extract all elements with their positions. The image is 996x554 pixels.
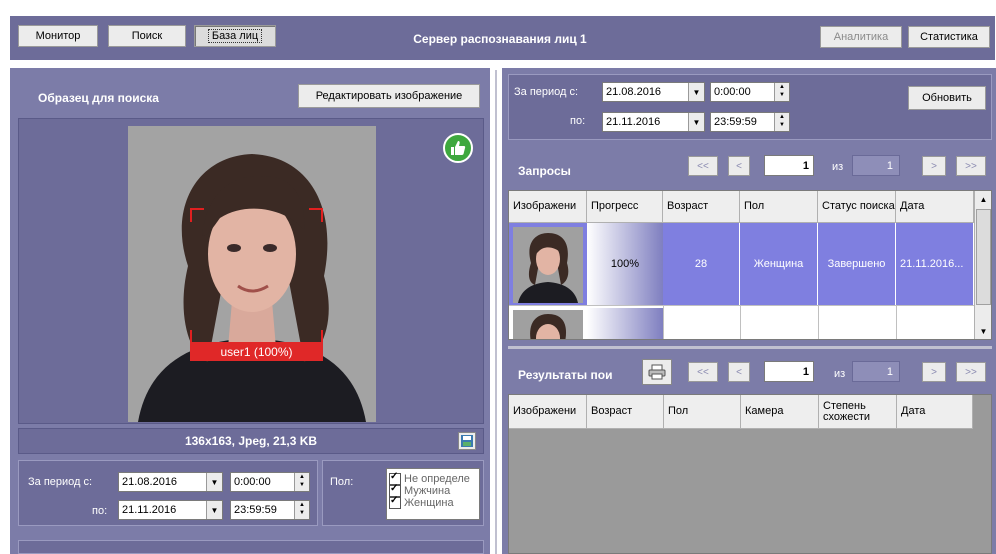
face-detection-frame [190, 208, 323, 344]
requests-prev-button[interactable]: < [728, 156, 750, 176]
right-time-to[interactable]: 23:59:59 ▲ ▼ [710, 112, 790, 132]
requests-page-input[interactable]: 1 [764, 155, 814, 176]
request-thumbnail [513, 227, 583, 303]
left-date-to[interactable]: 21.11.2016 ▼ [118, 500, 223, 520]
request-thumbnail [513, 310, 583, 339]
gender-option-undefined[interactable]: Не определе [389, 471, 479, 486]
match-icon [443, 133, 473, 163]
results-title: Результаты пои [518, 368, 613, 382]
scroll-down-icon[interactable]: ▼ [975, 323, 991, 339]
results-total: 1 [852, 361, 900, 382]
requests-table: Изображени Прогресс Возраст Пол Статус п… [508, 190, 992, 340]
checkbox[interactable] [389, 495, 401, 510]
spin-icon[interactable]: ▲ ▼ [294, 501, 309, 519]
left-extra-group [18, 540, 484, 554]
search-button[interactable]: Поиск [108, 25, 186, 47]
left-time-from[interactable]: 0:00:00 ▲ ▼ [230, 472, 310, 492]
face-base-button[interactable]: База лиц [194, 25, 276, 47]
spin-icon[interactable]: ▲ ▼ [294, 473, 309, 491]
requests-scrollbar[interactable]: ▲ ▼ [974, 191, 991, 339]
scroll-thumb[interactable] [976, 209, 991, 305]
requests-title: Запросы [518, 164, 571, 178]
gender-label: Пол: [330, 476, 354, 488]
requests-first-button[interactable]: << [688, 156, 718, 176]
chevron-down-icon[interactable]: ▼ [206, 473, 222, 491]
image-info-text: 136x163, Jpeg, 21,3 KB [184, 434, 318, 448]
left-to-label: по: [92, 505, 108, 517]
progress-bar: 100% [587, 223, 663, 305]
request-age: 28 [663, 223, 740, 305]
col-gender[interactable]: Пол [740, 191, 818, 223]
progress-bar [587, 308, 663, 339]
edit-image-button[interactable]: Редактировать изображение [298, 84, 480, 108]
results-table: Изображени Возраст Пол Камера Степень сх… [508, 394, 992, 554]
spin-icon[interactable]: ▲ ▼ [774, 83, 789, 101]
results-next-button[interactable]: > [922, 362, 946, 382]
col-age[interactable]: Возраст [663, 191, 740, 223]
analytics-button[interactable]: Аналитика [820, 26, 902, 48]
thumbs-up-icon [451, 141, 466, 155]
spin-icon[interactable]: ▲ ▼ [774, 113, 789, 131]
save-image-icon[interactable] [458, 432, 476, 450]
right-date-to[interactable]: 21.11.2016 ▼ [602, 112, 705, 132]
results-of-label: из [834, 368, 846, 380]
results-first-button[interactable]: << [688, 362, 718, 382]
right-time-from[interactable]: 0:00:00 ▲ ▼ [710, 82, 790, 102]
gender-option-female[interactable]: Женщина [389, 495, 479, 510]
requests-next-button[interactable]: > [922, 156, 946, 176]
col-date[interactable]: Дата [896, 191, 974, 223]
col-image[interactable]: Изображени [509, 395, 587, 429]
server-title: Сервер распознавания лиц 1 [413, 32, 587, 46]
refresh-button[interactable]: Обновить [908, 86, 986, 110]
right-period-from-label: За период с: [514, 86, 579, 98]
col-similarity[interactable]: Степень схожести [819, 395, 897, 429]
horizontal-splitter[interactable] [508, 346, 992, 349]
left-time-to[interactable]: 23:59:59 ▲ ▼ [230, 500, 310, 520]
face-server-window: Монитор Поиск База лиц Сервер распознава… [0, 0, 996, 554]
table-row[interactable] [509, 305, 974, 339]
col-image[interactable]: Изображени [509, 191, 587, 223]
col-age[interactable]: Возраст [587, 395, 664, 429]
gender-option-male[interactable]: Мужчина [389, 483, 479, 498]
col-status[interactable]: Статус поиска [818, 191, 896, 223]
splitter-line [495, 70, 497, 554]
print-icon[interactable] [642, 359, 672, 385]
right-date-from[interactable]: 21.08.2016 ▼ [602, 82, 705, 102]
scroll-up-icon[interactable]: ▲ [975, 191, 991, 207]
requests-last-button[interactable]: >> [956, 156, 986, 176]
right-to-label: по: [570, 115, 586, 127]
table-row[interactable]: 100% 28 Женщина Завершено 21.11.2016... [509, 223, 974, 305]
results-page-input[interactable]: 1 [764, 361, 814, 382]
requests-of-label: из [832, 161, 844, 173]
request-gender: Женщина [740, 223, 818, 305]
results-last-button[interactable]: >> [956, 362, 986, 382]
request-date: 21.11.2016... [896, 223, 974, 305]
chevron-down-icon[interactable]: ▼ [688, 83, 704, 101]
chevron-down-icon[interactable]: ▼ [206, 501, 222, 519]
monitor-button[interactable]: Монитор [18, 25, 98, 47]
left-period-from-label: За период с: [28, 476, 93, 488]
requests-total: 1 [852, 155, 900, 176]
left-date-from[interactable]: 21.08.2016 ▼ [118, 472, 223, 492]
gender-list: Не определе Мужчина Женщина [386, 468, 480, 520]
col-date[interactable]: Дата [897, 395, 973, 429]
request-status: Завершено [818, 223, 896, 305]
chevron-down-icon[interactable]: ▼ [688, 113, 704, 131]
statistics-button[interactable]: Статистика [908, 26, 990, 48]
results-prev-button[interactable]: < [728, 362, 750, 382]
col-camera[interactable]: Камера [741, 395, 819, 429]
face-label: user1 (100%) [190, 342, 323, 361]
col-gender[interactable]: Пол [664, 395, 741, 429]
col-progress[interactable]: Прогресс [587, 191, 663, 223]
sample-title: Образец для поиска [38, 91, 159, 105]
